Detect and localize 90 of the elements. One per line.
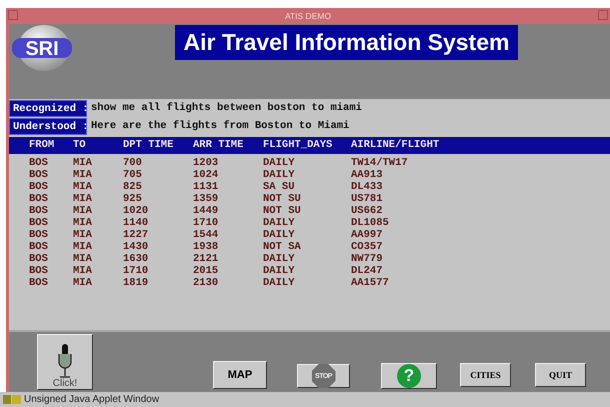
- table-cell-text: BOS: [29, 169, 49, 181]
- table-cell-text: BOS: [29, 157, 49, 169]
- table-cell-text: AA1577: [351, 277, 390, 289]
- table-cell-text: 1227: [123, 229, 150, 241]
- table-cell-text: 825: [123, 181, 143, 193]
- table-cell-text: DAILY: [263, 253, 296, 265]
- status-text: Unsigned Java Applet Window: [24, 394, 160, 405]
- table-cell-text: 1430: [123, 241, 150, 253]
- column-header: TO: [73, 138, 87, 153]
- table-cell-text: MIA: [73, 169, 93, 181]
- table-cell-text: 1938: [193, 241, 220, 253]
- table-cell-text: 1819: [123, 277, 150, 289]
- table-cell-text: BOS: [29, 193, 49, 205]
- table-cell-text: MIA: [73, 277, 93, 289]
- column-header: FROM: [29, 138, 56, 153]
- quit-button[interactable]: QUIT: [535, 363, 586, 387]
- table-cell-text: DAILY: [263, 229, 296, 241]
- map-button[interactable]: MAP: [213, 361, 267, 389]
- table-cell-text: NOT SU: [263, 205, 302, 217]
- mic-label: Click!: [52, 378, 78, 389]
- table-cell-text: NW779: [351, 253, 384, 265]
- help-button[interactable]: ?: [381, 363, 437, 389]
- table-cell-text: 1710: [193, 217, 220, 229]
- table-cell-text: MIA: [73, 193, 93, 205]
- column-header: DPT TIME: [123, 138, 174, 153]
- table-cell-text: 925: [123, 193, 143, 205]
- table-cell-text: CO357: [351, 241, 384, 253]
- table-cell-text: 1024: [193, 169, 220, 181]
- column-header: AIRLINE/FLIGHT: [351, 138, 440, 153]
- table-cell-text: BOS: [29, 181, 49, 193]
- table-cell-text: AA997: [351, 229, 384, 241]
- table-cell-text: US781: [351, 193, 384, 205]
- table-cell-text: 1140: [123, 217, 150, 229]
- table-cell-text: BOS: [29, 253, 49, 265]
- window-menu-button[interactable]: [8, 10, 18, 20]
- table-cell-text: US662: [351, 205, 384, 217]
- table-cell-text: SA SU: [263, 181, 296, 193]
- table-cell-text: BOS: [29, 265, 49, 277]
- table-cell-text: MIA: [73, 265, 93, 277]
- table-cell-text: 2015: [193, 265, 220, 277]
- table-cell-text: DL433: [351, 181, 384, 193]
- table-cell-text: TW14/TW17: [351, 157, 409, 169]
- microphone-icon: [57, 344, 73, 378]
- recognized-label: Recognized :: [9, 100, 87, 116]
- table-cell-text: NOT SU: [263, 193, 302, 205]
- table-cell-text: DL247: [351, 265, 384, 277]
- table-cell-text: AA913: [351, 169, 384, 181]
- table-cell-text: 1710: [123, 265, 150, 277]
- table-cell-text: 1131: [193, 181, 220, 193]
- table-cell-text: DAILY: [263, 277, 296, 289]
- table-cell-text: MIA: [73, 241, 93, 253]
- globe-logo: SRI: [9, 24, 75, 72]
- table-cell-text: 1020: [123, 205, 150, 217]
- table-cell-text: 1449: [193, 205, 220, 217]
- table-cell-text: 1203: [193, 157, 220, 169]
- table-cell-text: MIA: [73, 253, 93, 265]
- cities-button[interactable]: CITIES: [460, 363, 511, 387]
- table-cell-text: BOS: [29, 277, 49, 289]
- table-cell-text: 1544: [193, 229, 220, 241]
- window-title: ATIS DEMO: [284, 11, 332, 21]
- table-cell-text: DAILY: [263, 265, 296, 277]
- table-cell-text: DAILY: [263, 157, 296, 169]
- column-header: FLIGHT_DAYS: [263, 138, 334, 153]
- table-cell-text: NOT SA: [263, 241, 302, 253]
- maximize-button[interactable]: [598, 10, 608, 20]
- table-cell-text: MIA: [73, 217, 93, 229]
- table-cell-text: BOS: [29, 205, 49, 217]
- table-cell-text: BOS: [29, 241, 49, 253]
- table-cell-text: 1359: [193, 193, 220, 205]
- table-cell-text: 700: [123, 157, 143, 169]
- table-cell-text: BOS: [29, 229, 49, 241]
- table-cell-text: 705: [123, 169, 143, 181]
- java-icon: [3, 395, 21, 404]
- table-cell-text: 1630: [123, 253, 150, 265]
- microphone-button[interactable]: Click!: [37, 334, 93, 390]
- app-title: Air Travel Information System: [175, 25, 518, 60]
- table-cell-text: MIA: [73, 157, 93, 169]
- understood-label: Understood :: [9, 118, 87, 134]
- table-cell-text: MIA: [73, 181, 93, 193]
- table-cell-text: DAILY: [263, 217, 296, 229]
- table-cell-text: DAILY: [263, 169, 296, 181]
- table-cell-text: 2121: [193, 253, 220, 265]
- column-header: ARR TIME: [193, 138, 244, 153]
- table-cell-text: DL1085: [351, 217, 390, 229]
- table-cell-text: MIA: [73, 205, 93, 217]
- table-cell-text: MIA: [73, 229, 93, 241]
- table-cell-text: BOS: [29, 217, 49, 229]
- recognized-text: show me all flights between boston to miami: [90, 102, 362, 114]
- understood-text: Here are the flights from Boston to Miami: [90, 120, 350, 132]
- table-cell-text: 2130: [193, 277, 220, 289]
